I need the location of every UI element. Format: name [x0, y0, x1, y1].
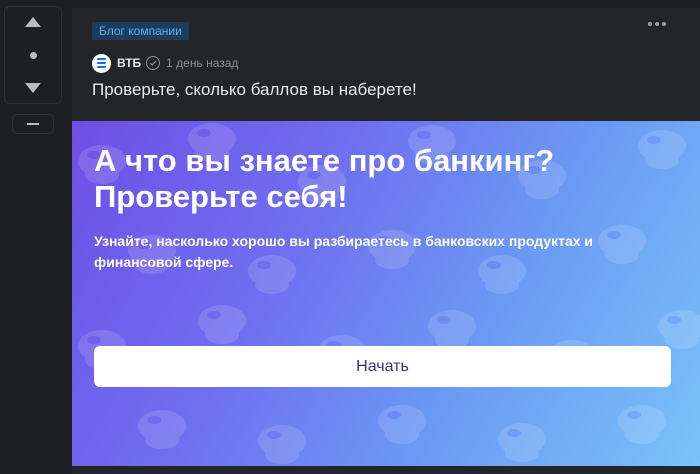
banner-heading: А что вы знаете про банкинг? Проверьте с…: [94, 143, 654, 215]
post-time: 1 день назад: [166, 56, 239, 70]
start-button[interactable]: Начать: [94, 346, 671, 387]
author-row: ВТБ 1 день назад: [92, 53, 238, 73]
verified-check-icon: [146, 56, 161, 70]
collapse-icon: [27, 123, 39, 125]
collapse-button[interactable]: [12, 114, 54, 134]
vote-panel: [4, 6, 62, 104]
upvote-arrow-icon[interactable]: [25, 17, 41, 27]
more-dots-icon[interactable]: [648, 22, 666, 26]
banner-heading-line1: А что вы знаете про банкинг?: [94, 143, 555, 178]
quiz-banner: А что вы знаете про банкинг? Проверьте с…: [72, 121, 700, 466]
post-title[interactable]: Проверьте, сколько баллов вы наберете!: [92, 80, 417, 100]
banner-heading-line2: Проверьте себя!: [94, 179, 348, 214]
vote-dot-icon: [29, 51, 37, 59]
company-blog-tag[interactable]: Блог компании: [92, 22, 189, 40]
downvote-arrow-icon[interactable]: [25, 83, 41, 93]
post-card: Блог компании ВТБ 1 день назад Проверьте…: [72, 8, 700, 474]
vtb-logo-icon[interactable]: [92, 53, 111, 73]
banner-subtitle: Узнайте, насколько хорошо вы разбираетес…: [94, 233, 594, 270]
author-name[interactable]: ВТБ: [117, 56, 141, 70]
